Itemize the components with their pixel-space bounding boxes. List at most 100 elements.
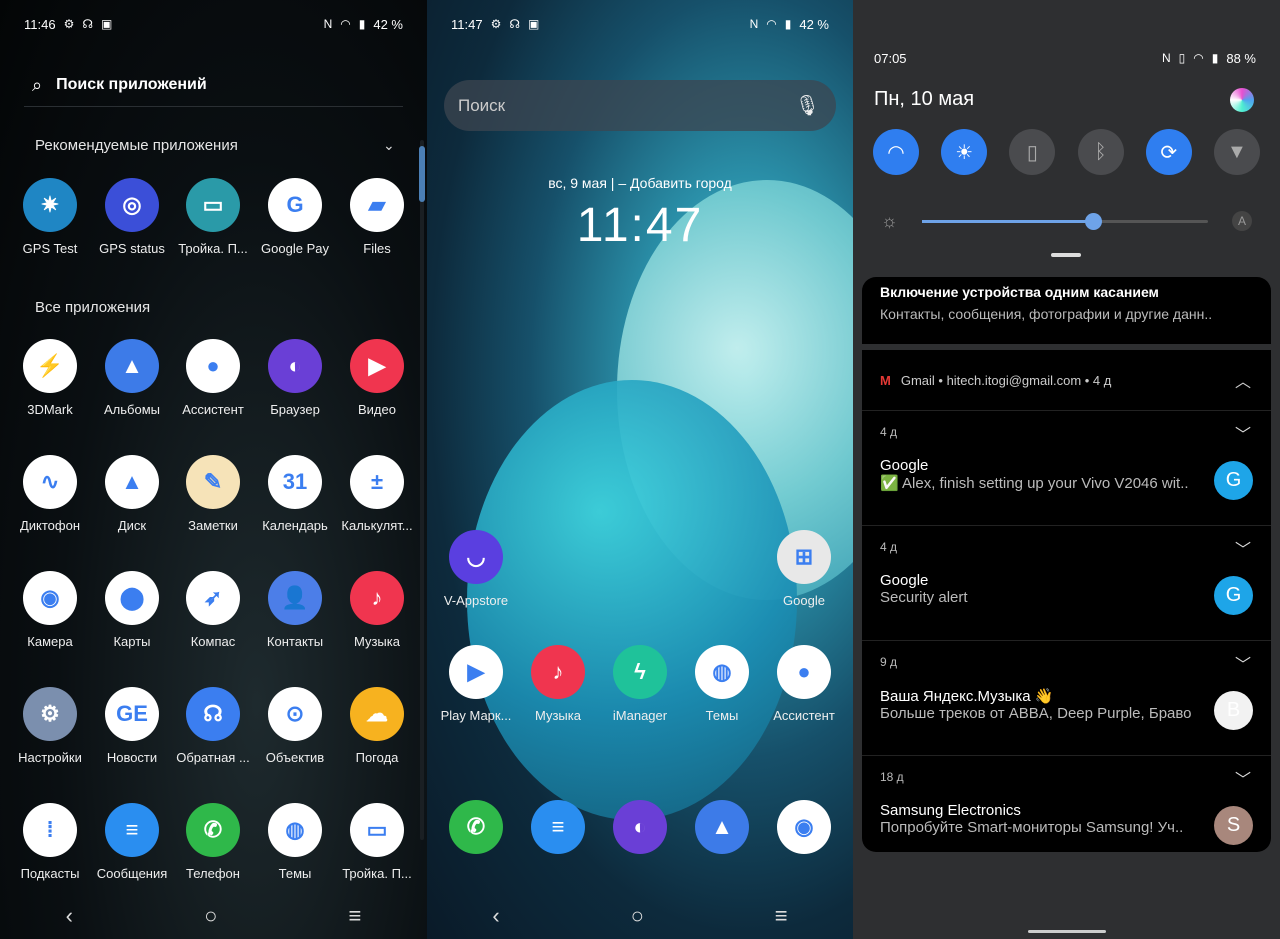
- chevron-down-icon[interactable]: ﹀: [1235, 421, 1251, 445]
- app-icon-graphic: ⁞: [23, 803, 77, 857]
- app-label: Камера: [27, 634, 73, 649]
- app-drawer-screen: 11:46 ⚙ ☊ ▣ N ◠ ▮ 42 % ⌕ Поиск приложений Реко…: [0, 0, 427, 939]
- recents-button[interactable]: ≡: [349, 903, 362, 929]
- app-icon[interactable]: ± Калькулят...: [336, 455, 418, 533]
- app-icon[interactable]: ⚡ 3DMark: [9, 339, 91, 417]
- auto-brightness-button[interactable]: A: [1232, 211, 1252, 231]
- app-icon[interactable]: 31 Календарь: [254, 455, 336, 533]
- assistant-icon[interactable]: [1230, 88, 1254, 112]
- add-city-link[interactable]: Добавить город: [630, 175, 732, 191]
- date-widget[interactable]: вс, 9 мая | – Добавить город: [427, 175, 853, 191]
- app-icon[interactable]: ▲ Диск: [91, 455, 173, 533]
- battery-icon: ▮: [1211, 51, 1219, 65]
- app-icon[interactable]: ☁ Погода: [336, 687, 418, 765]
- app-icon[interactable]: ♪ Музыка: [336, 571, 418, 649]
- recents-button[interactable]: ≡: [775, 903, 788, 929]
- app-icon[interactable]: ➶ Компас: [172, 571, 254, 649]
- app-search-input[interactable]: ⌕ Поиск приложений: [24, 64, 403, 107]
- app-icon[interactable]: ▭ Тройка. П...: [336, 803, 418, 881]
- scrollbar-track[interactable]: [420, 140, 424, 840]
- notification-item[interactable]: 9 д ﹀ Ваша Яндекс.Музыка 👋 Больше треков…: [862, 640, 1271, 755]
- sim-off-toggle[interactable]: ▯: [1009, 129, 1056, 175]
- microphone-icon[interactable]: 🎙: [795, 93, 820, 118]
- app-icon[interactable]: ✆ Телефон: [172, 803, 254, 881]
- chevron-down-icon[interactable]: ﹀: [1235, 766, 1251, 790]
- app-icon[interactable]: ▶ Видео: [336, 339, 418, 417]
- app-icon[interactable]: ◡ V-Appstore: [435, 530, 517, 608]
- notification-item[interactable]: 4 д ﹀ Google ✅ Alex, finish setting up y…: [862, 410, 1271, 525]
- app-icon[interactable]: ≡ Сообщения: [91, 803, 173, 881]
- app-icon[interactable]: ◎ GPS status: [91, 178, 173, 256]
- app-icon[interactable]: ☊ Обратная ...: [172, 687, 254, 765]
- app-icon[interactable]: GE Новости: [91, 687, 173, 765]
- app-icon[interactable]: ⁞ Подкасты: [9, 803, 91, 881]
- app-icon[interactable]: ▭ Тройка. П...: [172, 178, 254, 256]
- gesture-bar[interactable]: [1028, 930, 1106, 933]
- back-button[interactable]: ‹: [492, 903, 499, 929]
- brightness-auto-toggle[interactable]: ☀: [941, 129, 988, 175]
- app-icon[interactable]: ∿ Диктофон: [9, 455, 91, 533]
- app-icon-graphic: ⊙: [268, 687, 322, 741]
- app-icon-graphic: ♪: [531, 645, 585, 699]
- app-icon[interactable]: ♪ Музыка: [517, 645, 599, 723]
- battery-icon: ▮: [358, 17, 366, 31]
- app-icon[interactable]: ⚙ Настройки: [9, 687, 91, 765]
- dock-app[interactable]: ◐: [599, 800, 681, 854]
- chevron-down-icon[interactable]: ﹀: [1235, 651, 1251, 675]
- gmail-group-header[interactable]: M Gmail • hitech.itogi@gmail.com • 4 д ︿: [862, 350, 1271, 410]
- auto-rotate-icon: ⟳: [1160, 141, 1178, 164]
- app-icon[interactable]: ▰ Files: [336, 178, 418, 256]
- app-label: Play Марк...: [440, 708, 512, 723]
- dock-app[interactable]: ≡: [517, 800, 599, 854]
- dock-app[interactable]: ▲: [681, 800, 763, 854]
- app-icon[interactable]: 👤 Контакты: [254, 571, 336, 649]
- notification-text: Больше треков от ABBA, Deep Purple, Брав…: [880, 705, 1192, 722]
- app-label: Погода: [355, 750, 399, 765]
- app-label: Google: [783, 593, 825, 608]
- scrollbar-thumb[interactable]: [419, 146, 425, 202]
- battery-level: 42 %: [799, 16, 829, 32]
- app-icon[interactable]: ⬤ Карты: [91, 571, 173, 649]
- wifi-toggle[interactable]: ◠: [873, 129, 919, 175]
- brightness-slider[interactable]: [921, 212, 1208, 230]
- app-icon-graphic: ☊: [186, 687, 240, 741]
- app-icon-graphic: ⚙: [23, 687, 77, 741]
- chevron-down-icon[interactable]: ⌄: [383, 137, 395, 154]
- app-icon[interactable]: ◍ Темы: [681, 645, 763, 723]
- shade-drag-handle[interactable]: [1051, 253, 1081, 257]
- notification-text: ✅ Alex, finish setting up your Vivo V204…: [880, 475, 1189, 492]
- app-icon[interactable]: ● Ассистент: [763, 645, 845, 723]
- app-icon[interactable]: ✎ Заметки: [172, 455, 254, 533]
- notification-item[interactable]: 4 д ﹀ Google Security alert G: [862, 525, 1271, 640]
- brightness-knob[interactable]: [1085, 212, 1103, 230]
- headphones-icon: ☊: [82, 17, 94, 31]
- home-button[interactable]: ○: [631, 903, 644, 929]
- dock-app[interactable]: ✆: [435, 800, 517, 854]
- app-label: Темы: [705, 708, 739, 723]
- app-icon[interactable]: ◍ Темы: [254, 803, 336, 881]
- flashlight-toggle[interactable]: ▼: [1213, 129, 1260, 175]
- app-icon[interactable]: ⊙ Объектив: [254, 687, 336, 765]
- app-icon[interactable]: ✷ GPS Test: [9, 178, 91, 256]
- app-icon[interactable]: ⊞ Google: [763, 530, 845, 608]
- nearby-share-notification[interactable]: Включение устройства одним касанием Конт…: [862, 277, 1271, 344]
- app-icon[interactable]: G Google Pay: [254, 178, 336, 256]
- app-icon[interactable]: ϟ iManager: [599, 645, 681, 723]
- bluetooth-toggle[interactable]: ᛒ: [1077, 129, 1124, 175]
- notification-item[interactable]: 18 д ﹀ Samsung Electronics Попробуйте Sm…: [862, 755, 1271, 852]
- chevron-down-icon[interactable]: ﹀: [1235, 536, 1251, 560]
- google-search-bar[interactable]: Поиск 🎙: [444, 80, 836, 131]
- chevron-up-icon[interactable]: ︿: [1235, 368, 1251, 392]
- app-icon[interactable]: ▲ Альбомы: [91, 339, 173, 417]
- clock-widget[interactable]: 11:47: [427, 198, 853, 253]
- app-icon[interactable]: ▶ Play Марк...: [435, 645, 517, 723]
- auto-rotate-toggle[interactable]: ⟳: [1145, 129, 1192, 175]
- app-icon[interactable]: ● Ассистент: [172, 339, 254, 417]
- app-icon[interactable]: ◉ Камера: [9, 571, 91, 649]
- back-button[interactable]: ‹: [66, 903, 73, 929]
- home-button[interactable]: ○: [204, 903, 217, 929]
- app-icon[interactable]: ◐ Браузер: [254, 339, 336, 417]
- app-label: Календарь: [262, 518, 328, 533]
- dock-app[interactable]: ◉: [763, 800, 845, 854]
- app-icon-graphic: ●: [186, 339, 240, 393]
